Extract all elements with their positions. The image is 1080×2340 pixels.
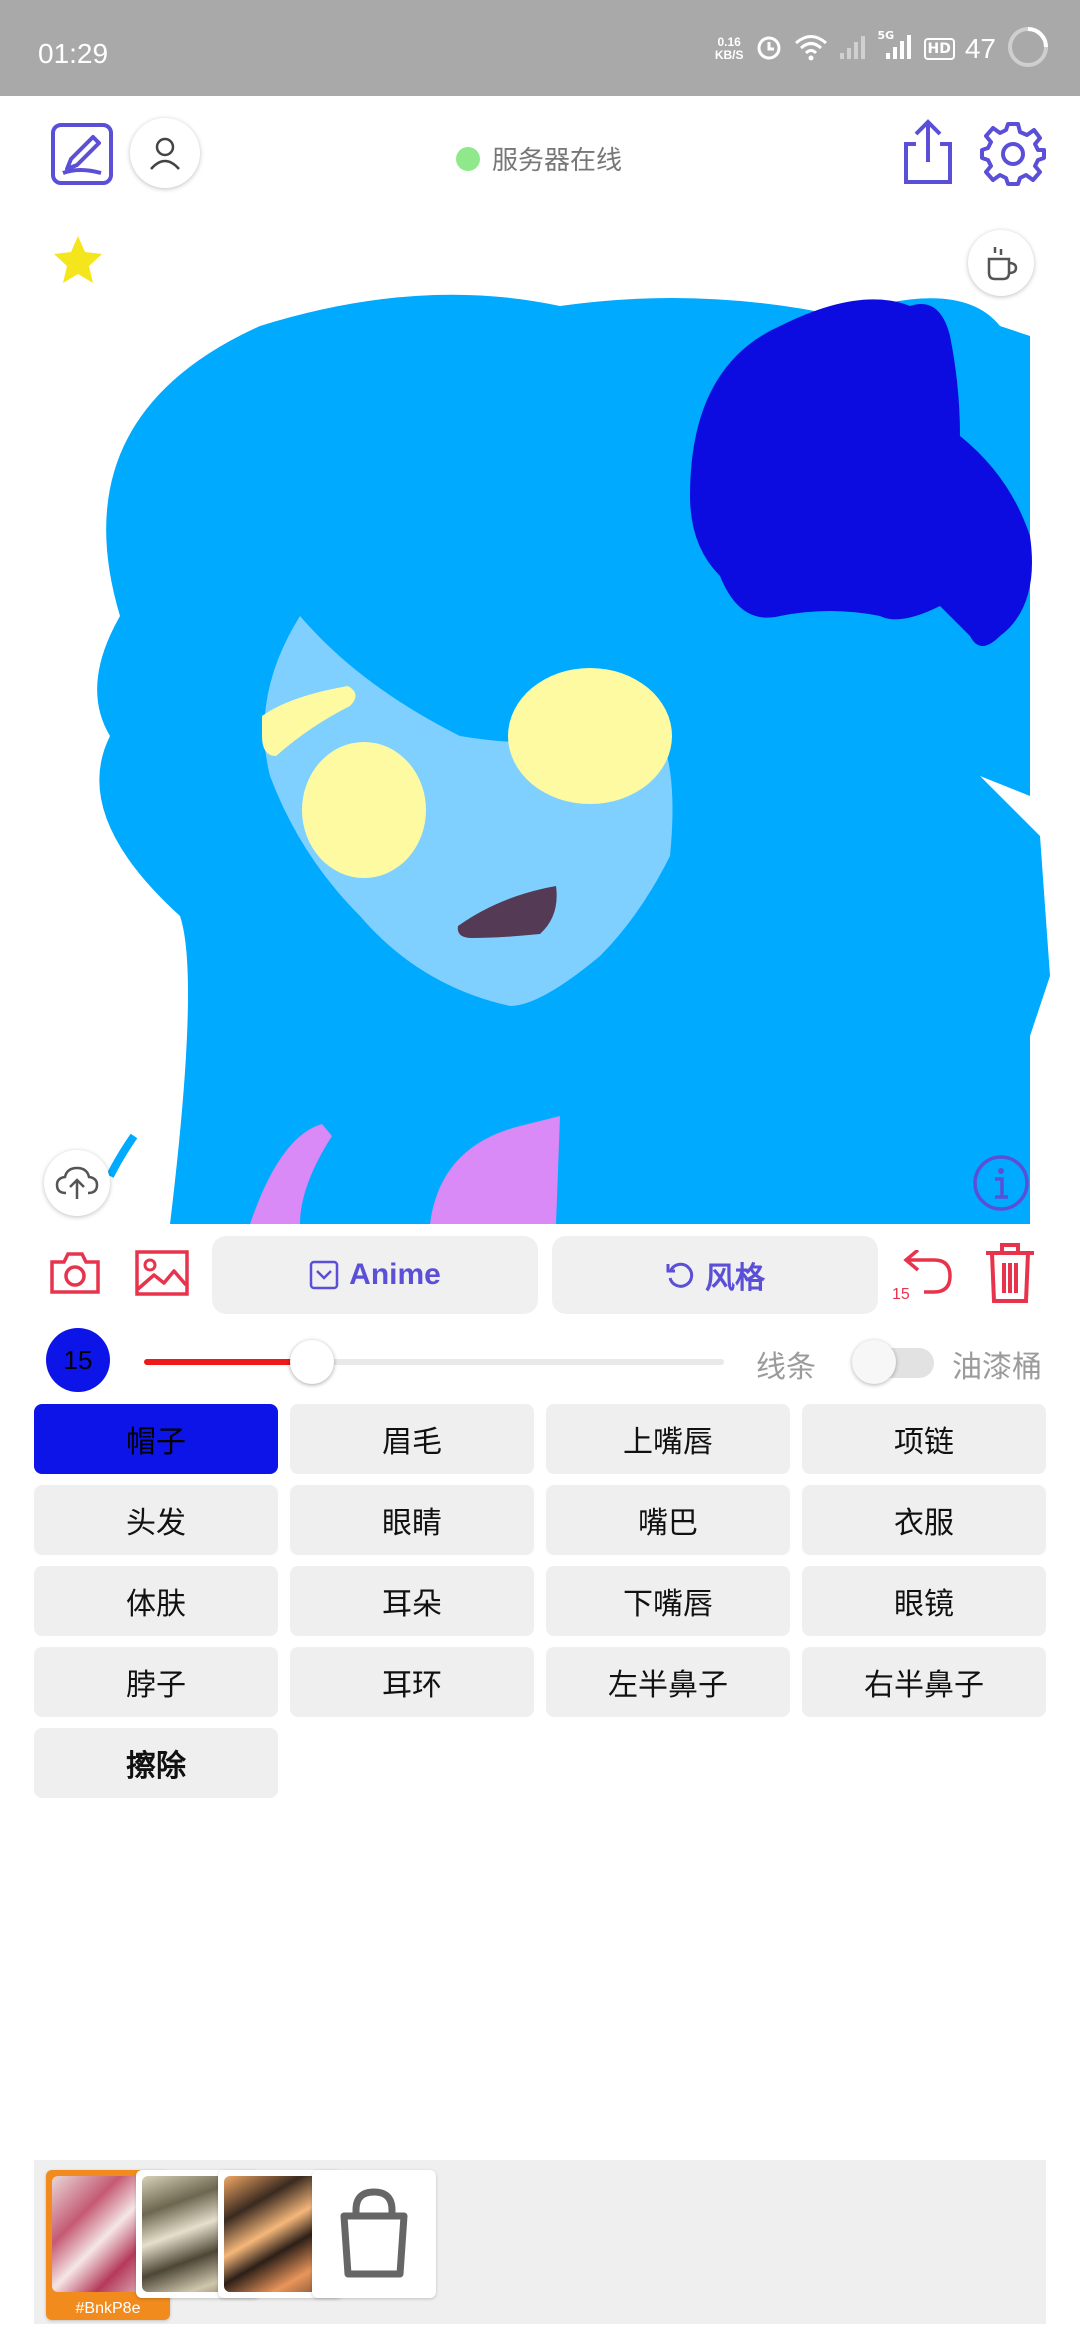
settings-button[interactable] <box>978 118 1048 188</box>
tool-row: Anime 风格 15 <box>0 1230 1080 1316</box>
bucket-mode-label: 油漆桶 <box>952 1350 1042 1385</box>
net-speed-unit: KB/S <box>714 48 744 62</box>
gallery-button[interactable] <box>132 1244 192 1302</box>
left-eye-region <box>302 742 426 878</box>
info-button[interactable] <box>968 1150 1034 1216</box>
edit-pen-icon <box>51 123 113 185</box>
edit-canvas-button[interactable] <box>46 118 118 190</box>
status-icons: 0.16 KB/S 5G HD 47 <box>715 24 1050 74</box>
server-status-text: 服务器在线 <box>492 146 623 176</box>
hd-label: HD <box>927 41 951 57</box>
part-button-10[interactable]: 下嘴唇 <box>546 1566 790 1636</box>
part-button-3[interactable]: 项链 <box>802 1404 1046 1474</box>
wifi-icon <box>794 33 828 65</box>
share-button[interactable] <box>896 116 960 188</box>
part-button-11[interactable]: 眼镜 <box>802 1566 1046 1636</box>
brush-size-indicator: 15 <box>46 1328 110 1392</box>
line-mode-label: 线条 <box>756 1350 816 1385</box>
part-button-4[interactable]: 头发 <box>34 1485 278 1555</box>
brush-size-slider[interactable] <box>144 1359 724 1365</box>
style-strip: #BnkP8e <box>34 2160 1046 2324</box>
shop-button[interactable] <box>312 2170 436 2298</box>
face-parts-grid: 帽子 眉毛 上嘴唇 项链头发 眼睛 嘴巴 衣服体肤 耳朵 下嘴唇 眼镜脖子 耳环 左半鼻子 右半鼻子擦除 <box>34 1404 1046 1798</box>
part-button-14[interactable]: 左半鼻子 <box>546 1647 790 1717</box>
brush-size-slider-fill <box>144 1359 313 1365</box>
network-type-label: 5G <box>877 29 895 42</box>
model-label: Anime <box>349 1258 441 1291</box>
image-icon <box>135 1250 189 1296</box>
brush-size-slider-thumb[interactable] <box>290 1340 335 1384</box>
part-button-15[interactable]: 右半鼻子 <box>802 1647 1046 1717</box>
part-button-1[interactable]: 眉毛 <box>290 1404 534 1474</box>
drawing-canvas[interactable] <box>0 216 1080 1224</box>
undo-count: 15 <box>892 1286 910 1303</box>
star-icon <box>54 236 102 283</box>
part-button-16[interactable]: 擦除 <box>34 1728 278 1798</box>
alarm-icon <box>754 32 784 66</box>
part-button-0[interactable]: 帽子 <box>34 1404 278 1474</box>
part-button-12[interactable]: 脖子 <box>34 1647 278 1717</box>
camera-button[interactable] <box>46 1244 104 1302</box>
dropdown-box-icon <box>309 1260 339 1290</box>
part-button-7[interactable]: 衣服 <box>802 1485 1046 1555</box>
part-button-5[interactable]: 眼睛 <box>290 1485 534 1555</box>
status-time: 01:29 <box>38 38 109 69</box>
style-tag: #BnkP8e <box>75 2300 141 2317</box>
coffee-button[interactable] <box>968 230 1034 296</box>
signal-weak-icon <box>838 33 868 65</box>
model-select-button[interactable]: Anime <box>212 1236 538 1314</box>
signal-5g-icon: 5G <box>878 29 914 65</box>
part-button-2[interactable]: 上嘴唇 <box>546 1404 790 1474</box>
info-icon <box>973 1155 1029 1211</box>
part-button-13[interactable]: 耳环 <box>290 1647 534 1717</box>
brush-size-value: 15 <box>63 1344 93 1375</box>
style-button[interactable]: 风格 <box>552 1236 878 1314</box>
style-label: 风格 <box>705 1262 765 1295</box>
upload-cloud-button[interactable] <box>44 1150 110 1216</box>
server-status-dot <box>456 146 480 171</box>
user-icon <box>150 137 180 170</box>
sketch-drawing <box>97 294 1051 1224</box>
net-speed: 0.16 KB/S <box>715 36 744 62</box>
favorite-button[interactable] <box>48 230 108 290</box>
part-button-8[interactable]: 体肤 <box>34 1566 278 1636</box>
shopping-bag-icon <box>340 2188 408 2278</box>
delete-button[interactable] <box>980 1240 1040 1306</box>
right-eye-region <box>508 668 672 804</box>
top-toolbar: 服务器在线 <box>0 96 1080 216</box>
battery-level: 47 <box>964 33 996 64</box>
coffee-cup-icon <box>987 247 1018 281</box>
status-bar: 01:29 0.16 KB/S 5G HD 47 <box>0 0 1080 96</box>
toggle-knob <box>852 1340 896 1384</box>
refresh-icon <box>666 1262 694 1288</box>
part-button-6[interactable]: 嘴巴 <box>546 1485 790 1555</box>
gear-icon <box>980 122 1046 186</box>
camera-icon <box>50 1252 100 1294</box>
cloud-upload-icon <box>55 1166 99 1199</box>
share-icon <box>904 119 952 184</box>
loading-ring-icon <box>1006 25 1050 73</box>
trash-icon <box>986 1243 1034 1303</box>
bucket-mode-toggle[interactable] <box>852 1340 934 1384</box>
profile-button[interactable] <box>130 118 200 188</box>
brush-row: 15 线条 油漆桶 <box>0 1326 1080 1392</box>
server-status: 服务器在线 <box>456 140 622 177</box>
part-button-9[interactable]: 耳朵 <box>290 1566 534 1636</box>
hd-icon: HD <box>923 38 955 60</box>
